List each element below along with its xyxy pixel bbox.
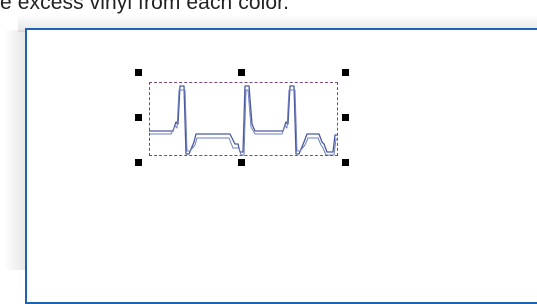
resize-handle-top-center[interactable]: [238, 69, 245, 76]
resize-handle-bottom-center[interactable]: [238, 159, 245, 166]
instruction-caption: e excess vinyl from each color.: [0, 0, 290, 14]
resize-handle-bottom-left[interactable]: [135, 159, 142, 166]
resize-handle-top-left[interactable]: [135, 69, 142, 76]
selection-frame: [149, 82, 338, 156]
resize-handle-top-right[interactable]: [342, 69, 349, 76]
resize-handle-middle-right[interactable]: [342, 114, 349, 121]
resize-handle-middle-left[interactable]: [135, 114, 142, 121]
design-canvas[interactable]: [25, 28, 537, 304]
resize-handle-bottom-right[interactable]: [342, 159, 349, 166]
